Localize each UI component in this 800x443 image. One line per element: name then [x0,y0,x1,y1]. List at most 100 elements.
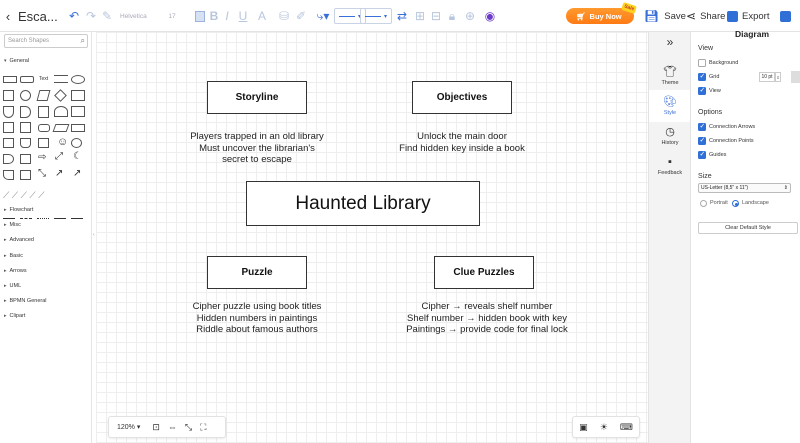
portrait-radio[interactable] [700,200,707,207]
link-icon[interactable]: ⊕ [464,0,476,32]
terminator-shape[interactable] [38,124,50,132]
guides-checkbox[interactable] [698,150,706,159]
zoom-select[interactable]: 120% ▾ [117,423,140,431]
delay-shape[interactable] [3,154,14,164]
italic-icon[interactable]: I [222,0,232,32]
dashed-line-shape[interactable] [20,218,32,219]
ungroup-icon[interactable]: ⊟ [430,0,442,32]
shape-row7-b[interactable] [20,170,31,180]
actual-size-icon[interactable]: ⤡ [185,422,192,433]
line-color-icon[interactable]: ✐ [295,0,307,32]
buy-now-button[interactable]: 🛒︎ Buy Now Sale [566,1,637,24]
save-button[interactable]: 💾︎ Save [644,0,686,32]
fill-color-icon[interactable]: ⛁ [278,0,290,32]
line-style-select[interactable]: ▾ [334,0,367,32]
clue-puzzles-node[interactable]: Clue Puzzles [434,256,534,289]
document-title[interactable]: Esca... [18,0,58,32]
connector-style-select[interactable]: ⤷▾ [312,0,334,32]
search-shapes-input[interactable]: Search Shapes ⌕ [4,34,88,48]
crescent-shape[interactable]: ☾ [73,151,82,162]
section-basic[interactable]: ▸ Basic [4,253,23,259]
tape-wave-shape[interactable] [20,138,31,148]
connection-arrows-checkbox[interactable] [698,122,706,131]
background-checkbox[interactable] [698,59,706,67]
shape-row7-c[interactable]: ⤡ [38,168,46,179]
objectives-node[interactable]: Objectives [412,81,512,114]
text-style-swatch[interactable] [195,0,205,32]
tab-history[interactable]: ◷ History [649,120,691,152]
data-shape[interactable] [52,124,70,132]
tape-shape[interactable] [54,106,68,117]
line-row-a[interactable]: ⟋ ⟋ ⟋ ⟋ ⟋ [3,190,45,201]
square-shape[interactable] [3,90,14,101]
arrow-line-shape[interactable] [54,218,66,219]
callout-shape[interactable] [20,154,31,164]
fullscreen-icon[interactable]: ⛶ [200,422,206,433]
font-family-select[interactable]: Helvetica [120,0,158,32]
light-mode-icon[interactable]: ☀ [600,422,608,433]
section-general[interactable]: ▾ General [4,58,29,64]
line-shape[interactable] [3,218,15,219]
haunted-library-node[interactable]: Haunted Library [246,181,480,226]
grid-size-stepper[interactable]: ⇕ [775,72,781,82]
process-shape[interactable] [20,122,31,133]
section-bpmn-general[interactable]: ▸ BPMN General [4,298,47,304]
share-button[interactable]: ⋖ Share [686,0,725,32]
fit-width-icon[interactable]: ⇔ [168,422,177,432]
hexagon-shape[interactable] [71,90,85,101]
puzzle-text[interactable]: Cipher puzzle using book titles Hidden n… [177,301,337,336]
grid-color-swatch[interactable] [791,71,800,83]
section-advanced[interactable]: ▸ Advanced [4,237,34,243]
fit-page-icon[interactable]: ⊡ [152,422,160,433]
lock-icon[interactable]: 🔒︎ [446,0,458,32]
group-icon[interactable]: ⊞ [414,0,426,32]
preview-eye-icon[interactable]: ◉ [483,0,497,32]
or-shape[interactable] [71,138,82,148]
font-color-icon[interactable]: A [257,0,267,32]
section-clipart[interactable]: ▸ Clipart [4,313,25,319]
landscape-radio[interactable] [732,200,739,207]
undo-icon[interactable]: ↶ [68,0,80,32]
redo-icon[interactable]: ↷ [85,0,97,32]
format-painter-icon[interactable]: ✎ [101,0,113,32]
export-button[interactable]: Export [727,0,771,32]
storyline-node[interactable]: Storyline [207,81,307,114]
shape-row7-a[interactable] [3,170,14,180]
actor-shape[interactable]: ☺ [57,136,68,148]
section-uml[interactable]: ▸ UML [4,283,21,289]
paper-size-select[interactable]: US-Letter (8,5" x 11") ⇕ [698,183,791,193]
present-icon[interactable] [778,0,792,32]
diamond-shape[interactable] [54,89,67,102]
rounded-rectangle-shape[interactable] [20,76,34,83]
grid-size-input[interactable]: 10 pt [759,72,775,82]
storyline-text[interactable]: Players trapped in an old library Must u… [182,131,332,166]
connection-points-checkbox[interactable] [698,136,706,145]
cube-shape[interactable] [38,138,49,148]
line-width-select[interactable]: ▾ [360,0,393,32]
ellipse-shape[interactable] [71,75,85,84]
shape-row7-e[interactable]: ↗ [73,168,81,179]
collapse-left-panel-icon[interactable]: ‹ [93,232,95,238]
trapezoid-shape[interactable] [71,124,85,132]
section-flowchart[interactable]: ▸ Flowchart [4,207,33,213]
back-icon[interactable]: ‹ [3,0,13,32]
triangle-shape[interactable] [20,106,31,118]
arrow-right-shape[interactable]: ⇨ [38,152,46,163]
card-shape[interactable] [71,106,85,117]
section-misc[interactable]: ▸ Misc [4,222,21,228]
note-shape[interactable] [38,106,49,118]
clue-puzzles-text[interactable]: Cipher → reveals shelf number Shelf numb… [394,301,580,336]
puzzle-node[interactable]: Puzzle [207,256,307,289]
clear-default-style-button[interactable]: Clear Default Style [698,222,798,234]
section-arrows[interactable]: ▸ Arrows [4,268,27,274]
parallelogram-shape[interactable] [36,90,51,101]
view-checkbox[interactable] [698,86,706,95]
tab-feedback[interactable]: ▪ Feedback [649,150,691,182]
collapse-panel-button[interactable]: » [649,32,691,52]
cylinder-shape[interactable] [3,106,14,118]
bold-icon[interactable]: B [209,0,219,32]
shape-row7-d[interactable]: ↗ [55,168,63,179]
rectangle-shape[interactable] [3,76,17,83]
internal-storage-shape[interactable] [3,122,14,133]
connector-line-shape[interactable] [71,218,83,219]
